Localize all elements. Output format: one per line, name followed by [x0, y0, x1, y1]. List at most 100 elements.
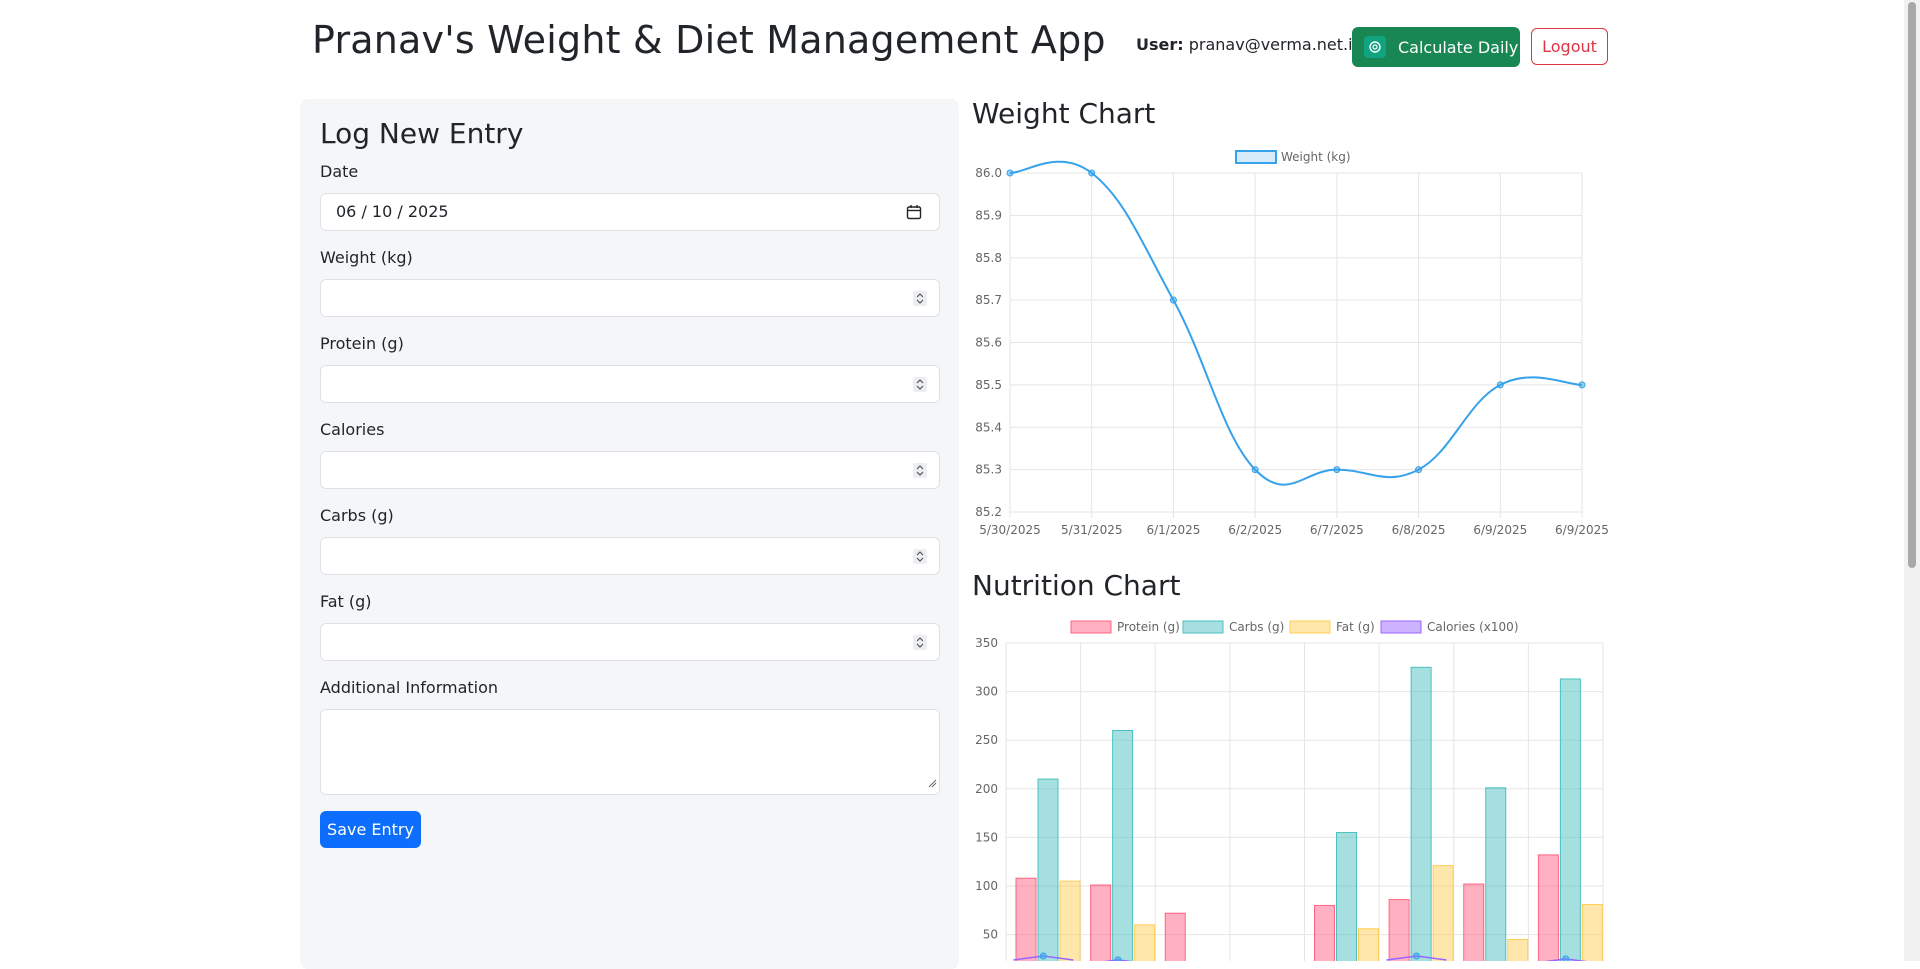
nutrition-chart: Protein (g) Carbs (g) Fat (g) Calories (x10… [975, 620, 1604, 961]
bar-carbs [1336, 832, 1357, 961]
carbs-input[interactable] [320, 537, 940, 575]
calories-spinner-icon[interactable] [913, 463, 927, 478]
weight-point [1088, 169, 1096, 177]
weight-point [1496, 381, 1504, 389]
y-tick-label: 85.5 [975, 378, 1002, 392]
legend-swatch-weight [1235, 150, 1277, 164]
x-tick-label: 5/31/2025 [1061, 523, 1123, 537]
legend-swatch [1289, 620, 1331, 634]
x-tick-label: 6/1/2025 [1146, 523, 1200, 537]
date-input[interactable]: 06 / 10 / 2025 [320, 193, 940, 231]
bar-fat [1507, 938, 1529, 961]
weight-point [1251, 466, 1259, 474]
weight-chart-heading: Weight Chart [972, 97, 1156, 130]
y-tick-label: 85.4 [975, 420, 1002, 434]
user-label: User: [1136, 35, 1184, 54]
scrollbar-thumb[interactable] [1908, 2, 1916, 568]
openai-icon [1364, 36, 1386, 58]
y-tick-label: 85.7 [975, 293, 1002, 307]
calories-point [1562, 955, 1570, 961]
y-tick-label: 150 [975, 830, 998, 844]
bar-carbs [1410, 666, 1432, 961]
bar-carbs [1485, 787, 1507, 961]
form-heading: Log New Entry [320, 117, 524, 150]
carbs-label: Carbs (g) [320, 506, 394, 525]
y-tick-label: 85.9 [975, 208, 1002, 222]
calories-label: Calories [320, 420, 385, 439]
date-value: 06 / 10 / 2025 [336, 202, 449, 221]
calories-input[interactable] [320, 451, 940, 489]
weight-point [1169, 296, 1177, 304]
protein-spinner-icon[interactable] [913, 377, 927, 392]
fat-label: Fat (g) [320, 592, 372, 611]
bar-fat [1059, 880, 1081, 961]
legend-label: Carbs (g) [1229, 620, 1284, 634]
calories-point [1039, 952, 1047, 960]
weight-point [1415, 466, 1423, 474]
y-tick-label: 85.6 [975, 336, 1002, 350]
calendar-icon[interactable] [906, 204, 922, 224]
x-tick-label: 6/9/2025 [1555, 523, 1609, 537]
weight-point [1006, 169, 1014, 177]
y-tick-label: 200 [975, 782, 998, 796]
user-email: pranav@verma.net.in [1188, 35, 1363, 54]
fat-spinner-icon[interactable] [913, 635, 927, 650]
calculate-daily-button[interactable]: Calculate Daily [1352, 27, 1520, 67]
legend-label-weight: Weight (kg) [1281, 150, 1351, 164]
legend-label: Fat (g) [1336, 620, 1375, 634]
weight-point [1333, 466, 1341, 474]
weight-spinner-icon[interactable] [913, 291, 927, 306]
info-label: Additional Information [320, 678, 499, 697]
legend-swatch [1182, 620, 1224, 634]
logout-button[interactable]: Logout [1531, 28, 1608, 65]
protein-input[interactable] [320, 365, 940, 403]
bar-carbs [1112, 729, 1134, 961]
carbs-spinner-icon[interactable] [913, 549, 927, 564]
bar-fat [1581, 903, 1603, 961]
bar-carbs [1037, 778, 1059, 961]
x-tick-label: 6/2/2025 [1228, 523, 1282, 537]
bar-fat [1432, 865, 1454, 961]
bar-protein [1015, 877, 1037, 961]
bar-protein [1388, 899, 1410, 961]
info-textarea[interactable] [320, 709, 940, 795]
calories-point [1114, 956, 1122, 961]
nutrition-chart-heading: Nutrition Chart [972, 569, 1181, 602]
calculate-daily-label: Calculate Daily [1398, 37, 1519, 57]
y-tick-label: 250 [975, 733, 998, 747]
x-tick-label: 5/30/2025 [979, 523, 1041, 537]
save-entry-button[interactable]: Save Entry [320, 811, 421, 848]
y-tick-label: 100 [975, 879, 998, 893]
weight-input[interactable] [320, 279, 940, 317]
bar-protein [1463, 883, 1485, 961]
weight-point [1578, 381, 1586, 389]
x-tick-label: 6/7/2025 [1310, 523, 1364, 537]
calories-point [1412, 952, 1420, 960]
weight-chart: Weight (kg) 86.0 85.9 85.8 85.7 85.6 85.5 85.4 8… [975, 150, 1609, 537]
log-entry-panel: Log New Entry Date 06 / 10 / 2025 Weight… [300, 99, 959, 969]
bar-protein [1537, 854, 1559, 961]
legend-label: Calories (x100) [1427, 620, 1519, 634]
y-tick-label: 350 [975, 636, 998, 650]
page-scrollbar[interactable] [1904, 0, 1920, 961]
y-tick-label: 85.8 [975, 251, 1002, 265]
weight-label: Weight (kg) [320, 248, 413, 267]
bar-fat [1358, 928, 1379, 961]
y-tick-label: 85.2 [975, 505, 1002, 519]
x-tick-label: 6/9/2025 [1473, 523, 1527, 537]
legend-label: Protein (g) [1117, 620, 1180, 634]
fat-input[interactable] [320, 623, 940, 661]
user-info: User: pranav@verma.net.in [1136, 35, 1363, 54]
legend-swatch [1070, 620, 1112, 634]
x-tick-label: 6/8/2025 [1392, 523, 1446, 537]
protein-label: Protein (g) [320, 334, 404, 353]
bar-carbs [1559, 678, 1581, 961]
y-tick-label: 50 [983, 928, 998, 942]
bar-protein [1164, 912, 1186, 961]
weight-series-line [1009, 160, 1583, 486]
legend-swatch [1380, 620, 1422, 634]
bar-fat [1134, 924, 1156, 961]
bar-protein [1314, 904, 1335, 961]
resize-handle-icon[interactable] [927, 773, 937, 792]
app-title: Pranav's Weight & Diet Management App [312, 18, 1106, 62]
